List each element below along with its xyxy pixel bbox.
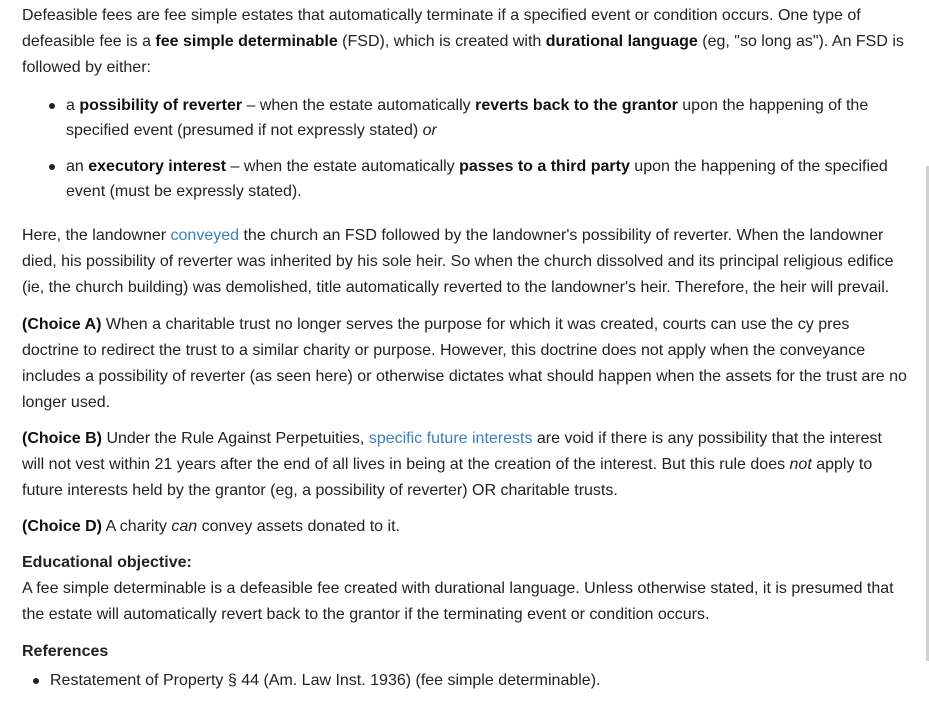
term-reverts-to-grantor: reverts back to the grantor — [475, 97, 678, 114]
explanation-panel: Defeasible fees are fee simple estates t… — [22, 3, 907, 694]
choice-b-paragraph: (Choice B) Under the Rule Against Perpet… — [22, 426, 907, 504]
list-item-text: – when the estate automatically — [242, 97, 476, 114]
choice-b-italic: not — [789, 456, 812, 473]
specific-future-interests-link[interactable]: specific future interests — [369, 430, 533, 447]
choice-d-paragraph: (Choice D) A charity can convey assets d… — [22, 514, 907, 540]
future-interest-list: a possibility of reverter – when the est… — [22, 93, 907, 204]
list-item: an executory interest – when the estate … — [49, 154, 907, 204]
choice-a-label: (Choice A) — [22, 316, 102, 333]
choice-a-text: When a charitable trust no longer serves… — [22, 316, 907, 411]
choice-d-text: convey assets donated to it. — [197, 518, 400, 535]
choice-d-text: A charity — [102, 518, 172, 535]
list-item-text: an — [66, 158, 89, 175]
intro-paragraph: Defeasible fees are fee simple estates t… — [22, 3, 907, 81]
term-executory-interest: executory interest — [88, 158, 227, 175]
term-fsd: fee simple determinable — [155, 33, 338, 50]
intro-text: (FSD), which is created with — [337, 33, 546, 50]
choice-b-label: (Choice B) — [22, 430, 102, 447]
conveyed-link[interactable]: conveyed — [171, 227, 240, 244]
reference-item: Restatement of Property § 44 (Am. Law In… — [33, 668, 907, 694]
explanation-text: Here, the landowner — [22, 227, 171, 244]
term-passes-to-third-party: passes to a third party — [459, 158, 630, 175]
references-list: Restatement of Property § 44 (Am. Law In… — [22, 668, 907, 694]
term-possibility-of-reverter: possibility of reverter — [79, 97, 243, 114]
choice-a-paragraph: (Choice A) When a charitable trust no lo… — [22, 312, 907, 416]
list-item-text: – when the estate automatically — [226, 158, 460, 175]
educational-objective-heading: Educational objective: — [22, 554, 192, 571]
choice-b-text: Under the Rule Against Perpetuities, — [102, 430, 369, 447]
explanation-paragraph: Here, the landowner conveyed the church … — [22, 223, 907, 301]
references-heading: References — [22, 643, 109, 660]
choice-d-label: (Choice D) — [22, 518, 102, 535]
list-item-text: a — [66, 97, 80, 114]
choice-d-italic: can — [171, 518, 198, 535]
term-durational-language: durational language — [545, 33, 698, 50]
list-item-italic: or — [422, 122, 437, 139]
educational-objective-text: A fee simple determinable is a defeasibl… — [22, 580, 894, 623]
list-item: a possibility of reverter – when the est… — [49, 93, 907, 143]
